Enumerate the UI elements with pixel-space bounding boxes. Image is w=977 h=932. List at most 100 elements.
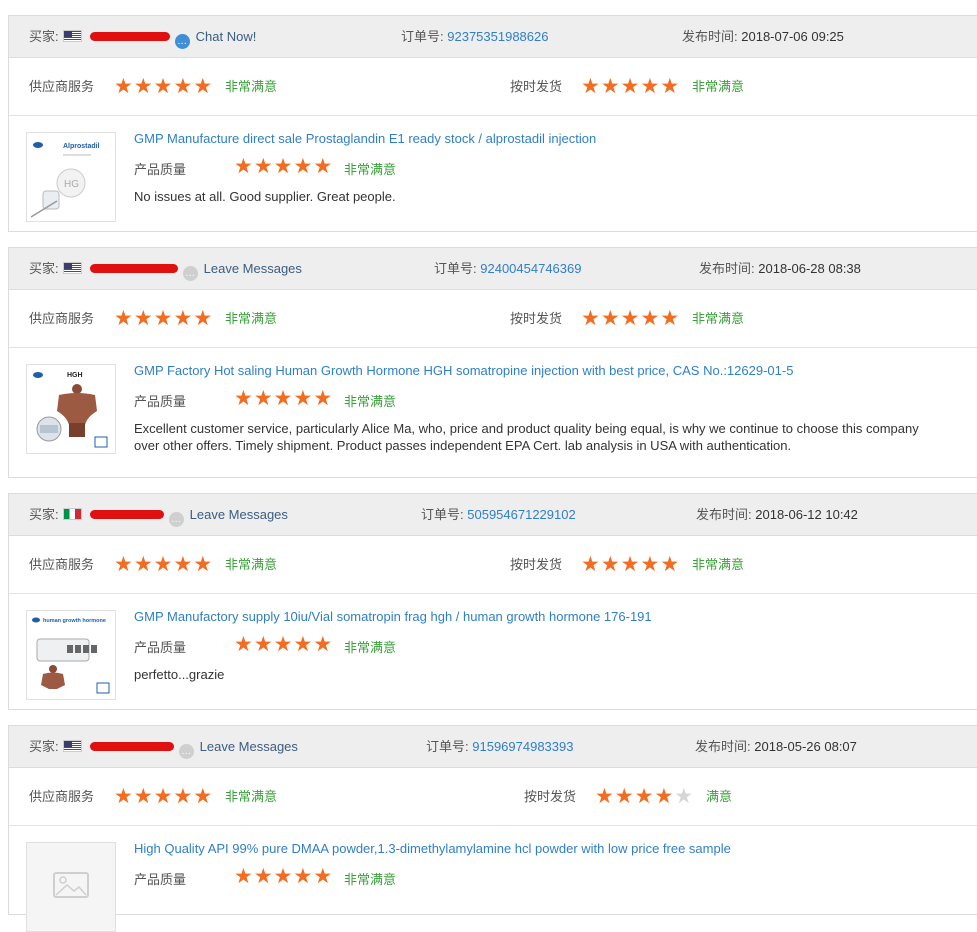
supplier-service-label: 供应商服务 [29, 557, 95, 572]
quality-stars: ★★★★★ [234, 154, 333, 179]
quality-stars: ★★★★★ [234, 386, 333, 411]
star-icon: ★ [293, 155, 314, 178]
star-icon: ★ [253, 633, 274, 656]
review-header: 买家:… Leave Messages 订单号: 505954671229102 … [9, 494, 977, 536]
on-time-stars: ★★★★★ [581, 536, 680, 593]
date-value: 2018-06-28 08:38 [758, 261, 861, 276]
redacted-buyer-name [89, 32, 170, 41]
supplier-service-stars: ★★★★★ [114, 58, 213, 115]
publish-time: 发布时间: 2018-07-06 09:25 [682, 16, 844, 57]
message-icon[interactable]: … [168, 512, 184, 527]
star-icon: ★ [581, 307, 601, 330]
leave-messages-link[interactable]: Leave Messages [200, 739, 298, 754]
order-number-link[interactable]: 91596974983393 [472, 739, 573, 754]
star-icon: ★ [193, 307, 214, 330]
star-icon: ★ [620, 307, 641, 330]
publish-time: 发布时间: 2018-05-26 08:07 [695, 726, 857, 767]
rating-row: 供应商服务 ★★★★★ 非常满意 按时发货 ★★★★★ 非常满意 [9, 58, 977, 116]
star-icon: ★ [273, 633, 294, 656]
star-icon: ★ [313, 387, 334, 410]
supplier-service-grade: 非常满意 [225, 789, 278, 804]
buyer-info: 买家: … Leave Messages [29, 494, 288, 535]
star-icon: ★ [640, 307, 661, 330]
on-time-grade: 非常满意 [692, 79, 745, 94]
message-icon[interactable]: … [182, 266, 198, 281]
star-icon: ★ [273, 155, 294, 178]
star-icon: ★ [133, 75, 154, 98]
publish-time: 发布时间: 2018-06-12 10:42 [696, 494, 858, 535]
star-icon: ★ [313, 633, 334, 656]
product-thumbnail[interactable]: HGH [26, 364, 116, 454]
thumb-label: Alprostadil [63, 143, 100, 150]
date-label: 发布时间: [699, 261, 755, 276]
product-thumbnail[interactable]: human growth hormone [26, 610, 116, 700]
star-icon: ★ [114, 307, 134, 330]
star-icon: ★ [153, 75, 174, 98]
star-icon: ★ [153, 785, 174, 808]
us-flag-icon [62, 740, 82, 752]
on-time-grade: 非常满意 [692, 311, 745, 326]
review-header: 买家: … Leave Messages 订单号: 92400454746369 发… [9, 248, 977, 290]
supplier-service-label: 供应商服务 [29, 311, 95, 326]
order-number-link[interactable]: 92400454746369 [480, 261, 581, 276]
star-icon: ★ [193, 785, 214, 808]
product-thumbnail[interactable] [26, 842, 116, 932]
star-icon: ★ [114, 785, 134, 808]
star-icon: ★ [253, 155, 274, 178]
buyer-label: 买家: [29, 507, 59, 522]
star-icon: ★ [133, 553, 154, 576]
thumb-badge: HG [64, 179, 79, 190]
star-icon: ★ [153, 553, 174, 576]
quality-grade: 非常满意 [344, 640, 397, 655]
star-empty-icon: ★ [674, 785, 695, 808]
review-card: 买家:… Leave Messages 订单号: 505954671229102 … [8, 493, 977, 710]
quality-label: 产品质量 [134, 394, 187, 409]
star-icon: ★ [234, 865, 254, 888]
us-flag-icon [62, 30, 82, 42]
italy-flag-icon [62, 508, 82, 520]
quality-stars: ★★★★★ [234, 632, 333, 657]
star-icon: ★ [133, 307, 154, 330]
star-icon: ★ [660, 307, 681, 330]
leave-messages-link[interactable]: Leave Messages [190, 507, 288, 522]
product-thumbnail[interactable]: Alprostadil HG [26, 132, 116, 222]
review-card: 买家: … Chat Now! 订单号: 92375351988626 发布时间: … [8, 15, 977, 232]
buyer-label: 买家: [29, 261, 59, 276]
review-text: No issues at all. Good supplier. Great p… [134, 189, 396, 204]
star-icon: ★ [313, 865, 334, 888]
on-time-grade: 非常满意 [692, 557, 745, 572]
star-icon: ★ [193, 553, 214, 576]
order-number-link[interactable]: 92375351988626 [447, 29, 548, 44]
star-icon: ★ [600, 75, 621, 98]
date-label: 发布时间: [696, 507, 752, 522]
star-icon: ★ [153, 307, 174, 330]
date-value: 2018-05-26 08:07 [754, 739, 857, 754]
date-value: 2018-07-06 09:25 [741, 29, 844, 44]
product-title-link[interactable]: High Quality API 99% pure DMAA powder,1.… [134, 841, 731, 856]
order-number: 订单号: 92375351988626 [401, 16, 548, 57]
alprostadil-product-image: Alprostadil HG [30, 142, 100, 218]
supplier-service-stars: ★★★★★ [114, 536, 213, 593]
star-icon: ★ [313, 155, 334, 178]
chat-icon[interactable]: … [174, 34, 190, 49]
star-icon: ★ [640, 75, 661, 98]
star-icon: ★ [234, 387, 254, 410]
star-icon: ★ [193, 75, 214, 98]
product-title-link[interactable]: GMP Manufacture direct sale Prostaglandi… [134, 131, 596, 146]
supplier-service-stars: ★★★★★ [114, 768, 213, 825]
order-number-link[interactable]: 505954671229102 [467, 507, 575, 522]
redacted-buyer-name [89, 264, 178, 273]
chat-now-link[interactable]: Chat Now! [196, 29, 257, 44]
star-icon: ★ [114, 553, 134, 576]
star-icon: ★ [253, 387, 274, 410]
product-title-link[interactable]: GMP Factory Hot saling Human Growth Horm… [134, 363, 793, 378]
order-number: 订单号: 91596974983393 [426, 726, 573, 767]
redacted-buyer-name [89, 510, 164, 519]
order-number: 订单号: 92400454746369 [434, 248, 581, 289]
thumb-label: HGH [67, 372, 83, 379]
product-title-link[interactable]: GMP Manufactory supply 10iu/Vial somatro… [134, 609, 652, 624]
message-icon[interactable]: … [178, 744, 194, 759]
leave-messages-link[interactable]: Leave Messages [204, 261, 302, 276]
review-card: 买家: … Leave Messages 订单号: 92400454746369 发… [8, 247, 977, 478]
star-icon: ★ [114, 75, 134, 98]
